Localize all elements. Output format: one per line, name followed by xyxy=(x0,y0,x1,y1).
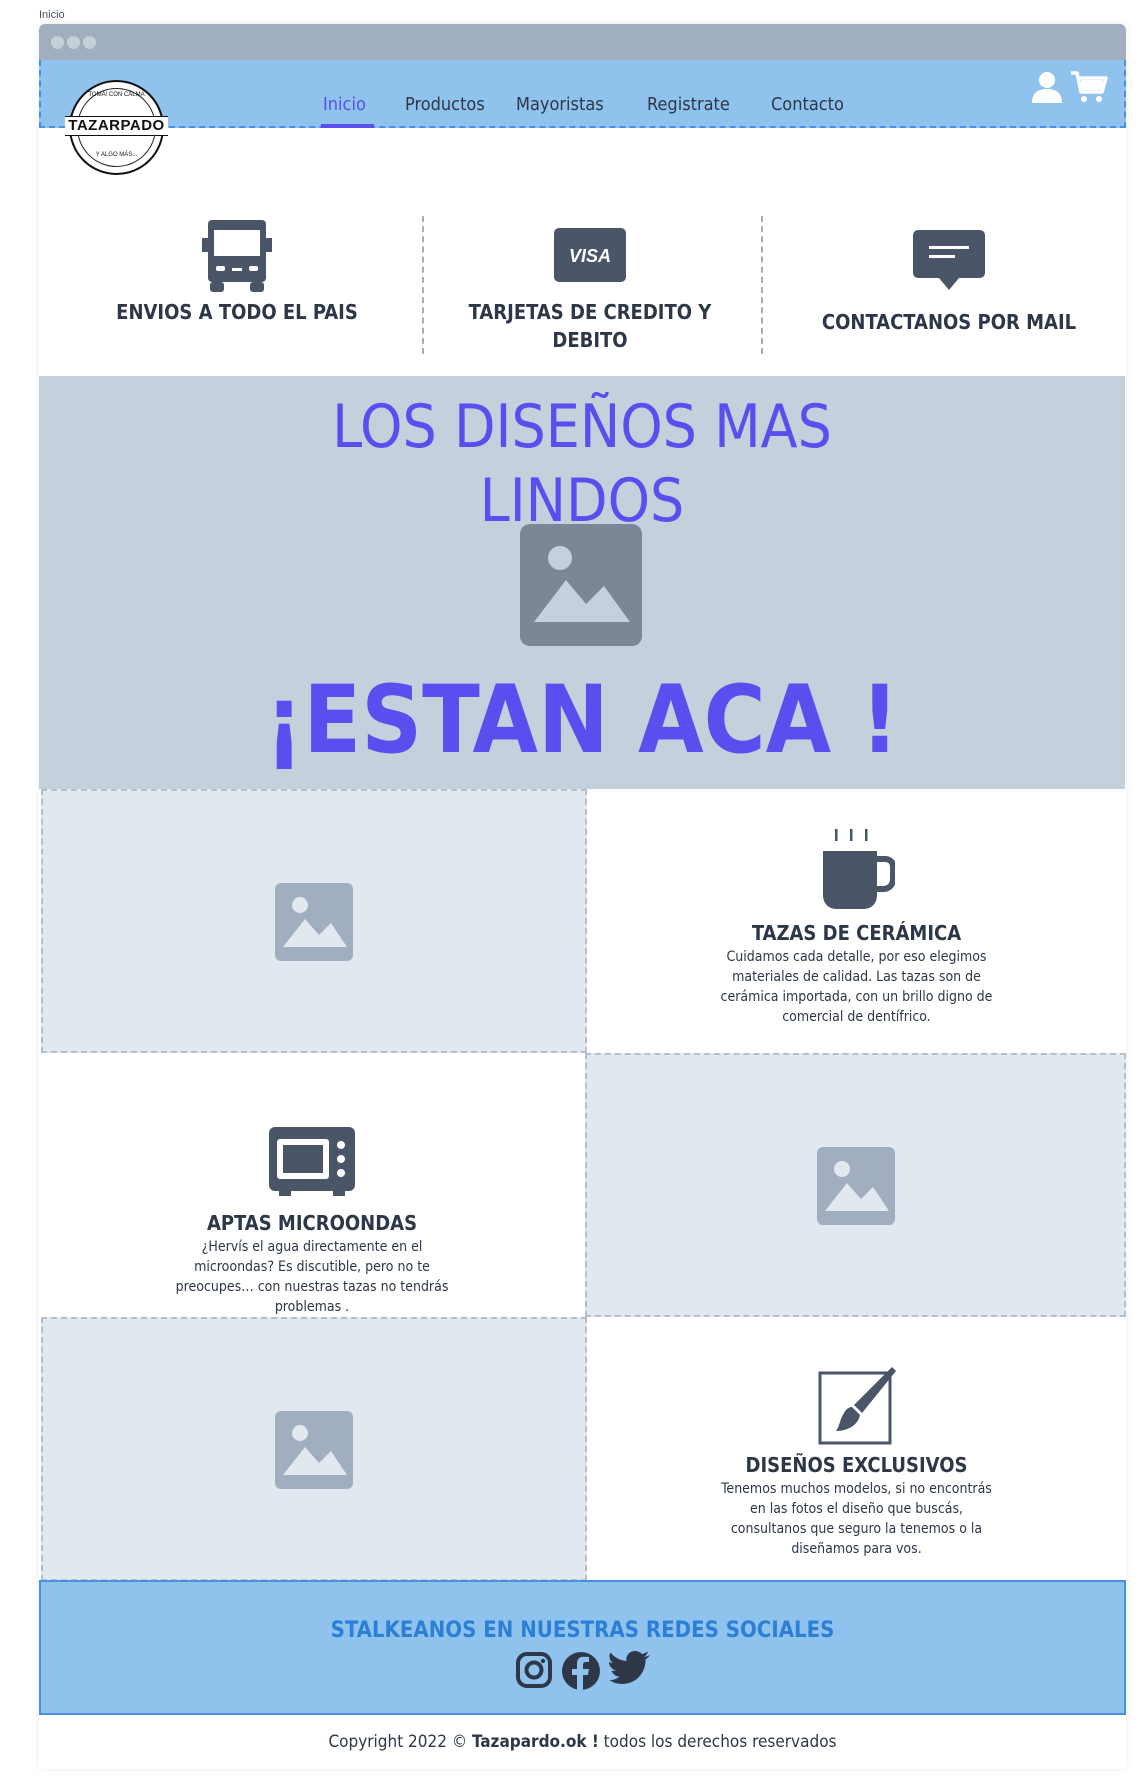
visa-card-icon: VISA xyxy=(554,228,626,286)
nav-link-inicio[interactable]: Inicio xyxy=(323,94,366,115)
visa-card-text: VISA xyxy=(569,246,611,266)
image-placeholder-icon xyxy=(817,1147,895,1229)
feature-block: DISEÑOS EXCLUSIVOS Tenemos muchos modelo… xyxy=(587,1317,1126,1581)
image-cell xyxy=(41,789,587,1053)
footer-suffix: todos los derechos reservados xyxy=(603,1732,837,1752)
window-chrome xyxy=(39,24,1126,60)
block-description: Cuidamos cada detalle, por eso elegimos … xyxy=(720,949,993,1025)
feature-payment: VISA TARJETAS DE CREDITO Y DEBITO xyxy=(459,228,721,354)
image-cell xyxy=(585,1053,1126,1317)
nav-link-registrate[interactable]: Registrate xyxy=(647,94,730,115)
browser-frame: TOMÁ! CON CALMA TAZARPADO Y ALGO MÁS... … xyxy=(39,24,1126,1769)
truck-icon xyxy=(202,220,272,296)
footer-prefix: Copyright 2022 © xyxy=(328,1732,468,1752)
block-title: APTAS MICROONDAS xyxy=(206,1211,418,1235)
mug-icon xyxy=(819,829,896,915)
hero-cta: ¡ESTAN ACA ! xyxy=(264,666,900,775)
nav-link-contacto[interactable]: Contacto xyxy=(771,94,844,115)
feature-divider xyxy=(761,216,763,354)
feature-block: APTAS MICROONDAS ¿Hervís el agua directa… xyxy=(39,1053,585,1317)
window-dot xyxy=(67,36,80,49)
social-title: STALKEANOS EN NUESTRAS REDES SOCIALES xyxy=(330,1618,835,1643)
feature-block: TAZAS DE CERÁMICA Cuidamos cada detalle,… xyxy=(587,789,1126,1053)
facebook-icon[interactable] xyxy=(561,1651,601,1695)
microwave-icon xyxy=(269,1127,355,1201)
feature-contact: CONTACTANOS POR MAIL xyxy=(799,230,1099,336)
social-icons xyxy=(41,1651,1124,1695)
instagram-icon[interactable] xyxy=(515,1651,553,1695)
paintbrush-icon xyxy=(818,1367,896,1449)
nav-link-mayoristas[interactable]: Mayoristas xyxy=(516,94,604,115)
block-title: TAZAS DE CERÁMICA xyxy=(751,921,962,945)
footer: Copyright 2022 © Tazapardo.ok ! todos lo… xyxy=(39,1732,1126,1752)
hero-heading: LOS DISEÑOS MAS LINDOS xyxy=(39,390,1125,538)
logo-bottom-arc: Y ALGO MÁS... xyxy=(95,152,138,158)
content-row: DISEÑOS EXCLUSIVOS Tenemos muchos modelo… xyxy=(39,1317,1126,1581)
chat-bubble-icon xyxy=(913,230,985,296)
logo-top-arc: TOMÁ! CON CALMA xyxy=(88,92,145,98)
hero-banner: LOS DISEÑOS MAS LINDOS ¡ESTAN ACA ! xyxy=(39,376,1125,789)
page-label: Inicio xyxy=(39,9,65,21)
user-icon[interactable] xyxy=(1030,70,1064,108)
nav-icons xyxy=(1030,70,1108,108)
window-dot xyxy=(83,36,96,49)
nav-link-productos[interactable]: Productos xyxy=(405,94,485,115)
content-row: TAZAS DE CERÁMICA Cuidamos cada detalle,… xyxy=(39,789,1126,1053)
footer-brand[interactable]: Tazapardo.ok ! xyxy=(472,1732,599,1752)
logo[interactable]: TOMÁ! CON CALMA TAZARPADO Y ALGO MÁS... xyxy=(65,80,168,175)
features-strip: ENVIOS A TODO EL PAIS VISA TARJETAS DE C… xyxy=(39,128,1126,378)
image-placeholder-icon xyxy=(275,883,353,965)
block-title: DISEÑOS EXCLUSIVOS xyxy=(745,1453,968,1477)
logo-brand: TAZARPADO xyxy=(65,116,168,136)
navbar: TOMÁ! CON CALMA TAZARPADO Y ALGO MÁS... … xyxy=(39,60,1126,175)
window-dot xyxy=(51,36,64,49)
cart-icon[interactable] xyxy=(1070,70,1108,108)
block-description: Tenemos muchos modelos, si no encontrás … xyxy=(721,1481,992,1557)
hero-heading-text: LOS DISEÑOS MAS LINDOS xyxy=(332,392,832,536)
image-placeholder-icon xyxy=(275,1411,353,1493)
image-cell xyxy=(41,1317,587,1581)
feature-title: ENVIOS A TODO EL PAIS xyxy=(116,300,358,324)
content-row: APTAS MICROONDAS ¿Hervís el agua directa… xyxy=(39,1053,1126,1317)
block-description: ¿Hervís el agua directamente en el micro… xyxy=(175,1239,449,1315)
feature-divider xyxy=(422,216,424,354)
feature-title: CONTACTANOS POR MAIL xyxy=(821,310,1077,334)
twitter-icon[interactable] xyxy=(608,1651,651,1695)
feature-title: TARJETAS DE CREDITO Y DEBITO xyxy=(468,300,712,352)
image-placeholder-icon xyxy=(520,524,642,650)
social-section: STALKEANOS EN NUESTRAS REDES SOCIALES xyxy=(39,1580,1126,1715)
feature-shipping: ENVIOS A TODO EL PAIS xyxy=(99,218,375,326)
